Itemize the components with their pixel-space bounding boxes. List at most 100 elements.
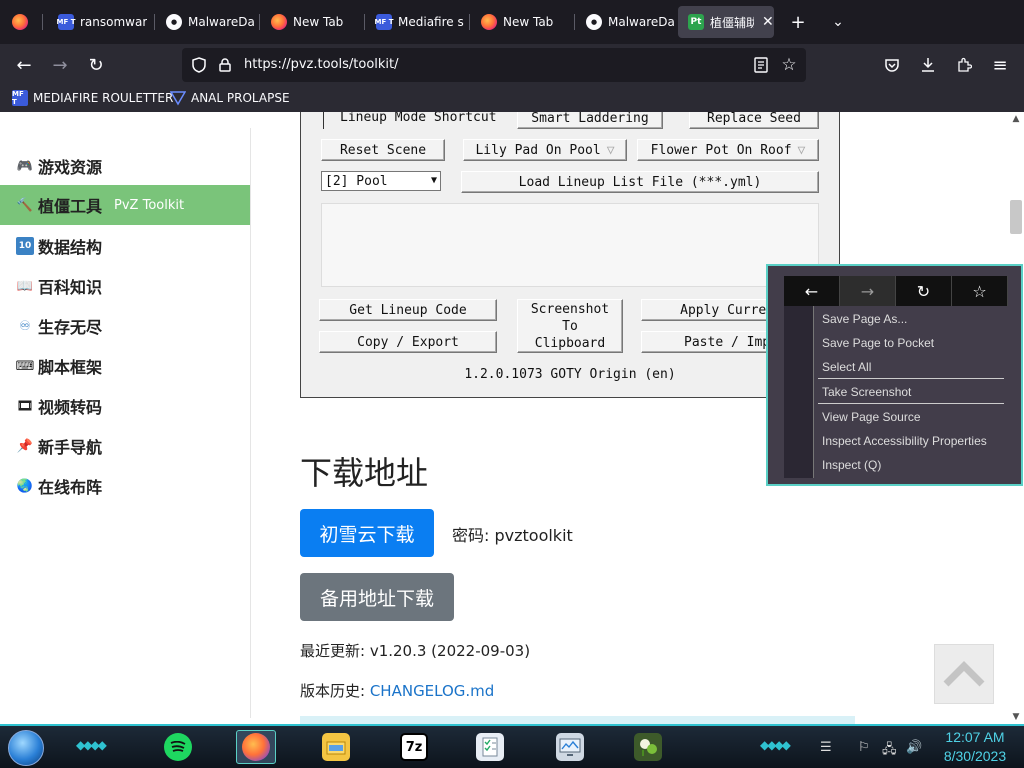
menu-item-view-page-source[interactable]: View Page Source — [822, 410, 921, 424]
load-lineup-file-button[interactable]: Load Lineup List File (***.yml) — [461, 171, 819, 193]
taskbar: ◆◆◆◆ 7z ◆◆◆◆ ☰ ⚐ 🖧 🔊 12:07 AM 8/30/2023 — [0, 724, 1024, 768]
back-arrow-icon[interactable]: ← — [784, 276, 840, 306]
new-tab-plus-icon[interactable]: + — [782, 6, 814, 38]
screenshot-to-clipboard-button[interactable]: Screenshot To Clipboard — [517, 299, 623, 353]
pocket-icon[interactable] — [876, 49, 908, 81]
replace-seed-button[interactable]: Replace Seed — [689, 112, 819, 129]
volume-icon[interactable]: 🔊 — [906, 740, 922, 755]
copy-export-button[interactable]: Copy / Export — [319, 331, 497, 353]
taskbar-tasks[interactable] — [470, 730, 510, 764]
reload-icon[interactable]: ↻ — [80, 49, 112, 81]
taskbar-7zip[interactable]: 7z — [394, 730, 434, 764]
lineup-text-area[interactable] — [321, 203, 819, 287]
globe-icon: 🌏 — [16, 478, 34, 494]
hammer-icon: 🔨 — [16, 197, 34, 213]
tab-pvz-toolkit[interactable]: Pt 植僵辅助 ✕ — [678, 6, 774, 38]
tab-malwaredatabase-1[interactable]: ● MalwareDa — [156, 6, 260, 38]
reset-scene-button[interactable]: Reset Scene — [321, 139, 445, 161]
list-all-tabs-chevron-icon[interactable]: ⌄ — [822, 6, 854, 38]
downloads-icon[interactable] — [912, 49, 944, 81]
menu-item-inspect-accessibility[interactable]: Inspect Accessibility Properties — [822, 434, 987, 448]
menu-item-inspect[interactable]: Inspect (Q) — [822, 458, 881, 472]
last-update-text: 最近更新: v1.20.3 (2022-09-03) — [300, 642, 531, 660]
show-hidden-icons-icon[interactable]: ☰ — [820, 740, 832, 755]
menu-item-save-to-pocket[interactable]: Save Page to Pocket — [822, 336, 934, 350]
sidebar-item-wiki[interactable]: 📖 百科知识 — [0, 266, 250, 306]
changelog-link[interactable]: CHANGELOG.md — [370, 682, 495, 700]
backup-download-button[interactable]: 备用地址下载 — [300, 573, 454, 621]
scroll-up-arrow-icon[interactable]: ▲ — [1008, 112, 1024, 126]
back-to-top-button[interactable] — [934, 644, 994, 704]
lock-icon[interactable] — [216, 56, 234, 74]
start-button[interactable] — [8, 730, 44, 766]
extensions-icon[interactable] — [948, 49, 980, 81]
menu-item-take-screenshot[interactable]: Take Screenshot — [822, 385, 911, 399]
toolkit-version: 1.2.0.1073 GOTY Origin (en) — [464, 367, 676, 382]
scrollbar-thumb[interactable] — [1010, 200, 1022, 234]
taskbar-file-explorer[interactable] — [316, 730, 356, 764]
taskbar-spotify[interactable] — [158, 730, 198, 764]
file-explorer-icon — [322, 733, 350, 761]
primary-download-button[interactable]: 初雪云下载 — [300, 509, 434, 557]
url-text[interactable]: https://pvz.tools/toolkit/ — [244, 57, 399, 72]
bookmark-star-icon[interactable]: ☆ — [780, 55, 798, 75]
scroll-down-arrow-icon[interactable]: ▼ — [1008, 710, 1024, 724]
firefox-icon — [481, 14, 497, 30]
version-history-line: 版本历史: CHANGELOG.md — [300, 682, 495, 700]
sidebar-item-script-framework[interactable]: ⌨ 脚本框架 — [0, 346, 250, 386]
spotify-icon — [164, 733, 192, 761]
context-menu: ← → ↻ ☆ Save Page As... Save Page to Poc… — [766, 264, 1023, 486]
mediafire-icon: MF T — [12, 90, 28, 106]
flower-pot-on-roof-button[interactable]: Flower Pot On Roof ▽ — [637, 139, 819, 161]
gamepad-icon: 🎮 — [16, 158, 34, 174]
taskbar-plants-vs-zombies[interactable] — [628, 730, 668, 764]
scene-select[interactable]: [2] Pool ▼ — [321, 171, 441, 191]
sidebar-item-beginner-guide[interactable]: 📌 新手导航 — [0, 426, 250, 466]
sidebar-divider — [250, 128, 251, 718]
reload-icon[interactable]: ↻ — [896, 276, 952, 306]
system-clock[interactable]: 12:07 AM 8/30/2023 — [932, 728, 1018, 766]
get-lineup-code-button[interactable]: Get Lineup Code — [319, 299, 497, 321]
tab-malwaredatabase-2[interactable]: ● MalwareDa — [576, 6, 680, 38]
tab-mediafire[interactable]: MF T Mediafire s — [366, 6, 470, 38]
sidebar-item-video-transcode[interactable]: 🎞 视频转码 — [0, 386, 250, 426]
infinity-icon: ♾ — [19, 318, 31, 334]
network-icon[interactable]: 🖧 — [882, 740, 897, 762]
plants-vs-zombies-icon — [634, 733, 662, 761]
bookmark-anal-prolapse[interactable]: ANAL PROLAPSE — [170, 90, 290, 106]
bookmark-mediafire-rouletter[interactable]: MF T MEDIAFIRE ROULETTER — [12, 90, 173, 106]
lily-pad-on-pool-button[interactable]: Lily Pad On Pool ▽ — [463, 139, 627, 161]
film-icon: 🎞 — [16, 398, 34, 414]
url-bar[interactable]: https://pvz.tools/toolkit/ ☆ — [182, 48, 806, 82]
tab-new-tab-1[interactable]: New Tab — [261, 6, 365, 38]
tab-bar: MF T ransomwar ● MalwareDa New Tab MF T … — [0, 0, 1024, 44]
flag-icon[interactable]: ⚐ — [858, 740, 870, 755]
menu-separator — [818, 403, 1004, 404]
monitor-icon — [556, 733, 584, 761]
taskbar-firefox[interactable] — [236, 730, 276, 764]
sidebar-item-survival-endless[interactable]: ♾ 生存无尽 — [0, 306, 250, 346]
menu-item-select-all[interactable]: Select All — [822, 360, 871, 374]
close-tab-icon[interactable]: ✕ — [762, 14, 774, 30]
pushpin-icon: 📌 — [16, 438, 34, 454]
forward-arrow-icon[interactable]: → — [44, 49, 76, 81]
sidebar-item-data-structures[interactable]: 10 数据结构 — [0, 226, 250, 266]
firefox-view-icon[interactable] — [4, 6, 36, 38]
keyboard-icon: ⌨ — [15, 358, 35, 374]
sidebar-item-online-lineup[interactable]: 🌏 在线布阵 — [0, 466, 250, 506]
sidebar-item-pvz-toolkit[interactable]: 🔨 植僵工具 PvZ Toolkit — [0, 185, 250, 225]
reader-view-icon[interactable] — [752, 56, 770, 74]
tab-new-tab-2[interactable]: New Tab — [471, 6, 575, 38]
tab-ransomware[interactable]: MF T ransomwar — [48, 6, 152, 38]
menu-item-save-page-as[interactable]: Save Page As... — [822, 312, 907, 326]
shield-icon[interactable] — [190, 56, 208, 74]
toolkit-preview-window: Lineup Mode Shortcut Smart Laddering Rep… — [300, 112, 840, 398]
forward-arrow-icon[interactable]: → — [840, 276, 896, 306]
sidebar-item-game-resources[interactable]: 🎮 游戏资源 — [0, 146, 250, 186]
bookmark-star-icon[interactable]: ☆ — [952, 276, 1008, 306]
back-arrow-icon[interactable]: ← — [8, 49, 40, 81]
taskbar-monitor[interactable] — [550, 730, 590, 764]
lineup-mode-shortcut-checkbox[interactable]: Lineup Mode Shortcut — [323, 112, 503, 129]
smart-laddering-button[interactable]: Smart Laddering — [517, 112, 663, 129]
hamburger-menu-icon[interactable]: ≡ — [984, 49, 1016, 81]
